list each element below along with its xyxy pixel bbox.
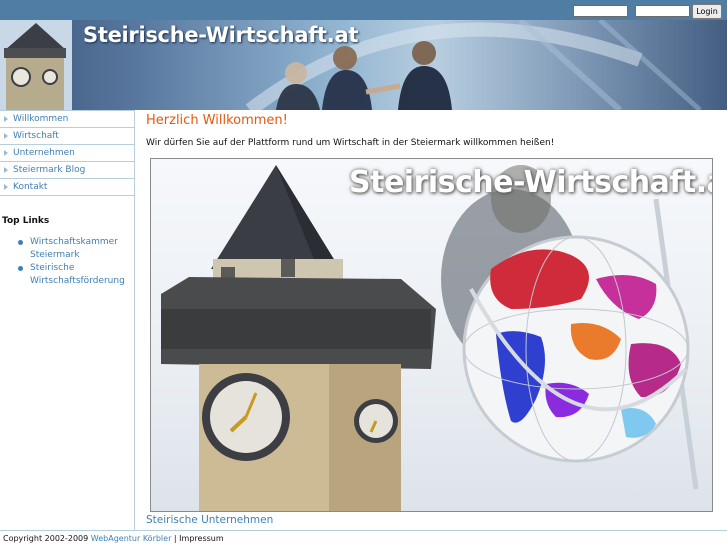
footer-company-link[interactable]: WebAgentur Körbler	[91, 534, 172, 543]
nav-item-willkommen[interactable]: Willkommen	[0, 110, 134, 128]
hero-title: Steirische-Wirtschaft.at	[349, 165, 713, 200]
main-navigation: Willkommen Wirtschaft Unternehmen Steier…	[0, 110, 134, 196]
site-title[interactable]: Steirische-Wirtschaft.at	[83, 23, 358, 47]
tower-gallery	[4, 48, 66, 58]
footer-copyright: Copyright 2002-2009	[3, 534, 89, 543]
nav-item-label: Steiermark Blog	[13, 165, 86, 175]
password-input[interactable]	[635, 5, 690, 17]
toplinks-heading: Top Links	[2, 216, 50, 226]
header-banner: Steirische-Wirtschaft.at	[0, 20, 727, 110]
nav-item-wirtschaft[interactable]: Wirtschaft	[0, 128, 134, 145]
triangle-right-icon	[4, 184, 8, 190]
nav-item-kontakt[interactable]: Kontakt	[0, 179, 134, 196]
triangle-right-icon	[4, 150, 8, 156]
nav-item-label: Willkommen	[13, 114, 69, 124]
hero-image: Steirische-Wirtschaft.at	[150, 158, 713, 512]
toplink-wirtschaftsfoerderung[interactable]: Steirische Wirtschaftsförderung	[18, 262, 130, 288]
nav-item-label: Wirtschaft	[13, 131, 59, 141]
login-button[interactable]: Login	[692, 4, 722, 19]
footer: Copyright 2002-2009 WebAgentur Körbler |…	[0, 530, 727, 545]
nav-item-label: Kontakt	[13, 182, 48, 192]
toplink-label: Steirische Wirtschaftsförderung	[30, 263, 125, 286]
nav-item-unternehmen[interactable]: Unternehmen	[0, 145, 134, 162]
toplink-label: Wirtschaftskammer Steiermark	[30, 237, 118, 260]
triangle-right-icon	[4, 116, 8, 122]
clock-tower-graphic	[161, 165, 436, 511]
toplink-wirtschaftskammer[interactable]: Wirtschaftskammer Steiermark	[18, 236, 130, 262]
intro-text: Wir dürfen Sie auf der Plattform rund um…	[146, 138, 555, 148]
login-bar: Login	[0, 0, 727, 20]
hero-illustration	[161, 165, 699, 511]
footer-separator: |	[173, 534, 177, 543]
triangle-right-icon	[4, 133, 8, 139]
triangle-right-icon	[4, 167, 8, 173]
nav-item-label: Unternehmen	[13, 148, 75, 158]
footer-impressum-link[interactable]: Impressum	[179, 534, 223, 543]
page-title: Herzlich Willkommen!	[146, 113, 288, 128]
main-content: Herzlich Willkommen! Wir dürfen Sie auf …	[135, 110, 727, 530]
sidebar: Willkommen Wirtschaft Unternehmen Steier…	[0, 110, 135, 530]
nav-item-steiermark-blog[interactable]: Steiermark Blog	[0, 162, 134, 179]
section-link-steirische-unternehmen[interactable]: Steirische Unternehmen	[146, 514, 273, 526]
disc-bullet-icon	[18, 240, 23, 245]
toplinks-list: Wirtschaftskammer Steiermark Steirische …	[18, 236, 130, 288]
username-input[interactable]	[573, 5, 628, 17]
disc-bullet-icon	[18, 266, 23, 271]
